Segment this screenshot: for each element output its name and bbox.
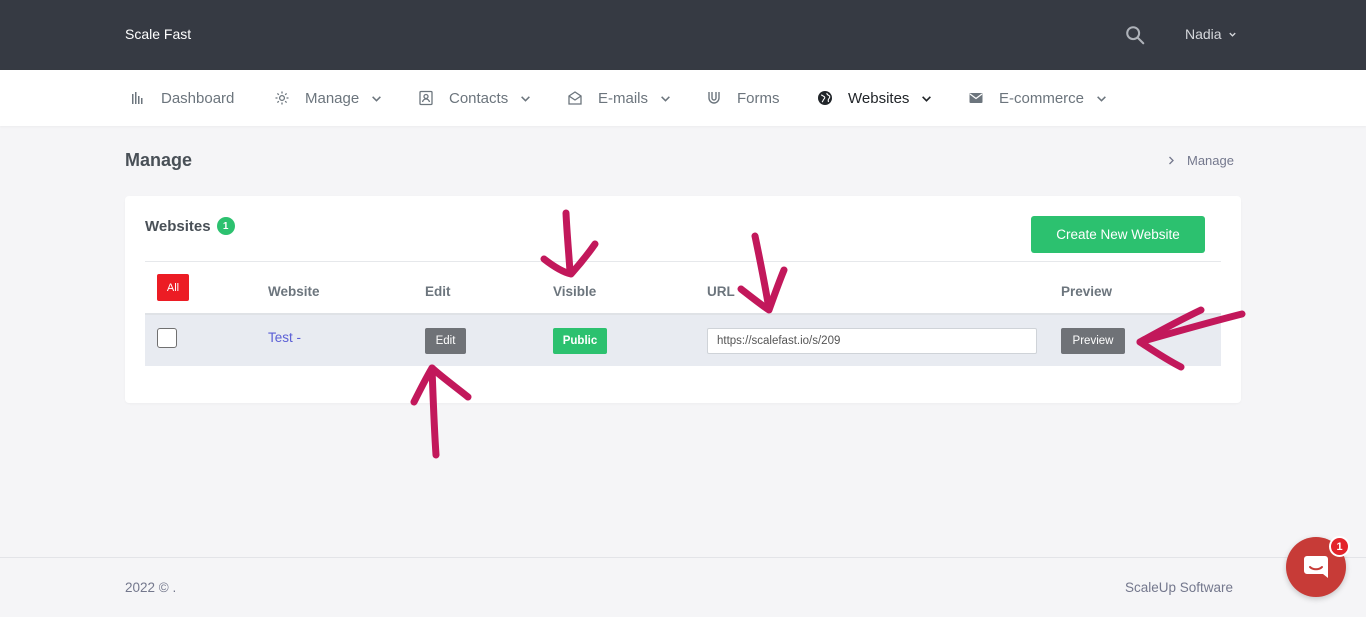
- chevron-down-icon: [371, 93, 382, 104]
- nav-item-dashboard[interactable]: Dashboard: [130, 70, 234, 126]
- websites-card: Websites 1 Create New Website All Websit…: [125, 196, 1241, 403]
- nav-label: E-commerce: [999, 89, 1085, 107]
- chevron-down-icon: [520, 93, 531, 104]
- nav-item-contacts[interactable]: Contacts: [418, 70, 531, 126]
- nav-label: Websites: [848, 89, 910, 107]
- chevron-down-icon: [921, 93, 932, 104]
- row-checkbox[interactable]: [157, 328, 177, 348]
- bar-chart-icon: [130, 90, 146, 106]
- nav-label: Contacts: [449, 89, 509, 107]
- chevron-down-icon: [660, 93, 671, 104]
- footer-company: ScaleUp Software: [1125, 580, 1234, 595]
- user-name: Nadia: [1185, 26, 1222, 42]
- edit-button[interactable]: Edit: [425, 328, 466, 354]
- magnet-icon: [706, 90, 722, 106]
- column-header-website: Website: [268, 284, 320, 299]
- envelope-icon: [968, 90, 984, 106]
- count-badge: 1: [216, 217, 235, 235]
- nav-item-emails[interactable]: E-mails: [567, 70, 671, 126]
- nav-item-websites[interactable]: Websites: [817, 70, 932, 126]
- chat-notification-badge: 1: [1329, 536, 1350, 557]
- globe-icon: [817, 90, 833, 106]
- table-row: Test - Edit Public https://scalefast.io/…: [145, 315, 1221, 366]
- chevron-down-icon: [1228, 32, 1236, 37]
- nav-item-forms[interactable]: Forms: [706, 70, 780, 126]
- column-header-edit: Edit: [425, 284, 451, 299]
- search-icon[interactable]: [1124, 24, 1146, 46]
- column-header-url: URL: [707, 284, 735, 299]
- preview-button[interactable]: Preview: [1061, 328, 1125, 354]
- create-new-website-button[interactable]: Create New Website: [1031, 216, 1205, 253]
- nav-label: Manage: [305, 89, 360, 107]
- gear-icon: [274, 90, 290, 106]
- nav-label: E-mails: [598, 89, 649, 107]
- main-nav: Dashboard Manage Contacts E-mails Forms …: [0, 70, 1366, 126]
- card-title: Websites 1: [145, 217, 235, 235]
- website-link[interactable]: Test -: [268, 330, 301, 345]
- user-menu[interactable]: Nadia: [1185, 26, 1237, 42]
- column-header-preview: Preview: [1061, 284, 1113, 299]
- select-all-button[interactable]: All: [157, 274, 189, 301]
- nav-item-ecommerce[interactable]: E-commerce: [968, 70, 1107, 126]
- nav-label: Dashboard: [161, 89, 235, 107]
- brand-name[interactable]: Scale Fast: [125, 26, 191, 42]
- footer-copyright: 2022 © .: [125, 580, 177, 595]
- top-bar: Scale Fast Nadia: [0, 0, 1366, 70]
- breadcrumb: Manage: [1168, 153, 1234, 168]
- divider: [145, 261, 1221, 262]
- chevron-right-icon: [1169, 156, 1174, 165]
- envelope-open-icon: [567, 90, 583, 106]
- visibility-badge[interactable]: Public: [553, 328, 607, 354]
- footer: 2022 © . ScaleUp Software: [0, 557, 1366, 617]
- nav-item-manage[interactable]: Manage: [274, 70, 382, 126]
- nav-label: Forms: [737, 89, 780, 107]
- card-title-text: Websites: [145, 217, 211, 235]
- chat-icon: [1304, 556, 1328, 578]
- contact-card-icon: [418, 90, 434, 106]
- page-title: Manage: [125, 150, 193, 170]
- column-header-visible: Visible: [553, 284, 597, 299]
- chevron-down-icon: [1096, 93, 1107, 104]
- breadcrumb-item[interactable]: Manage: [1187, 153, 1234, 168]
- url-field[interactable]: https://scalefast.io/s/209: [707, 328, 1037, 354]
